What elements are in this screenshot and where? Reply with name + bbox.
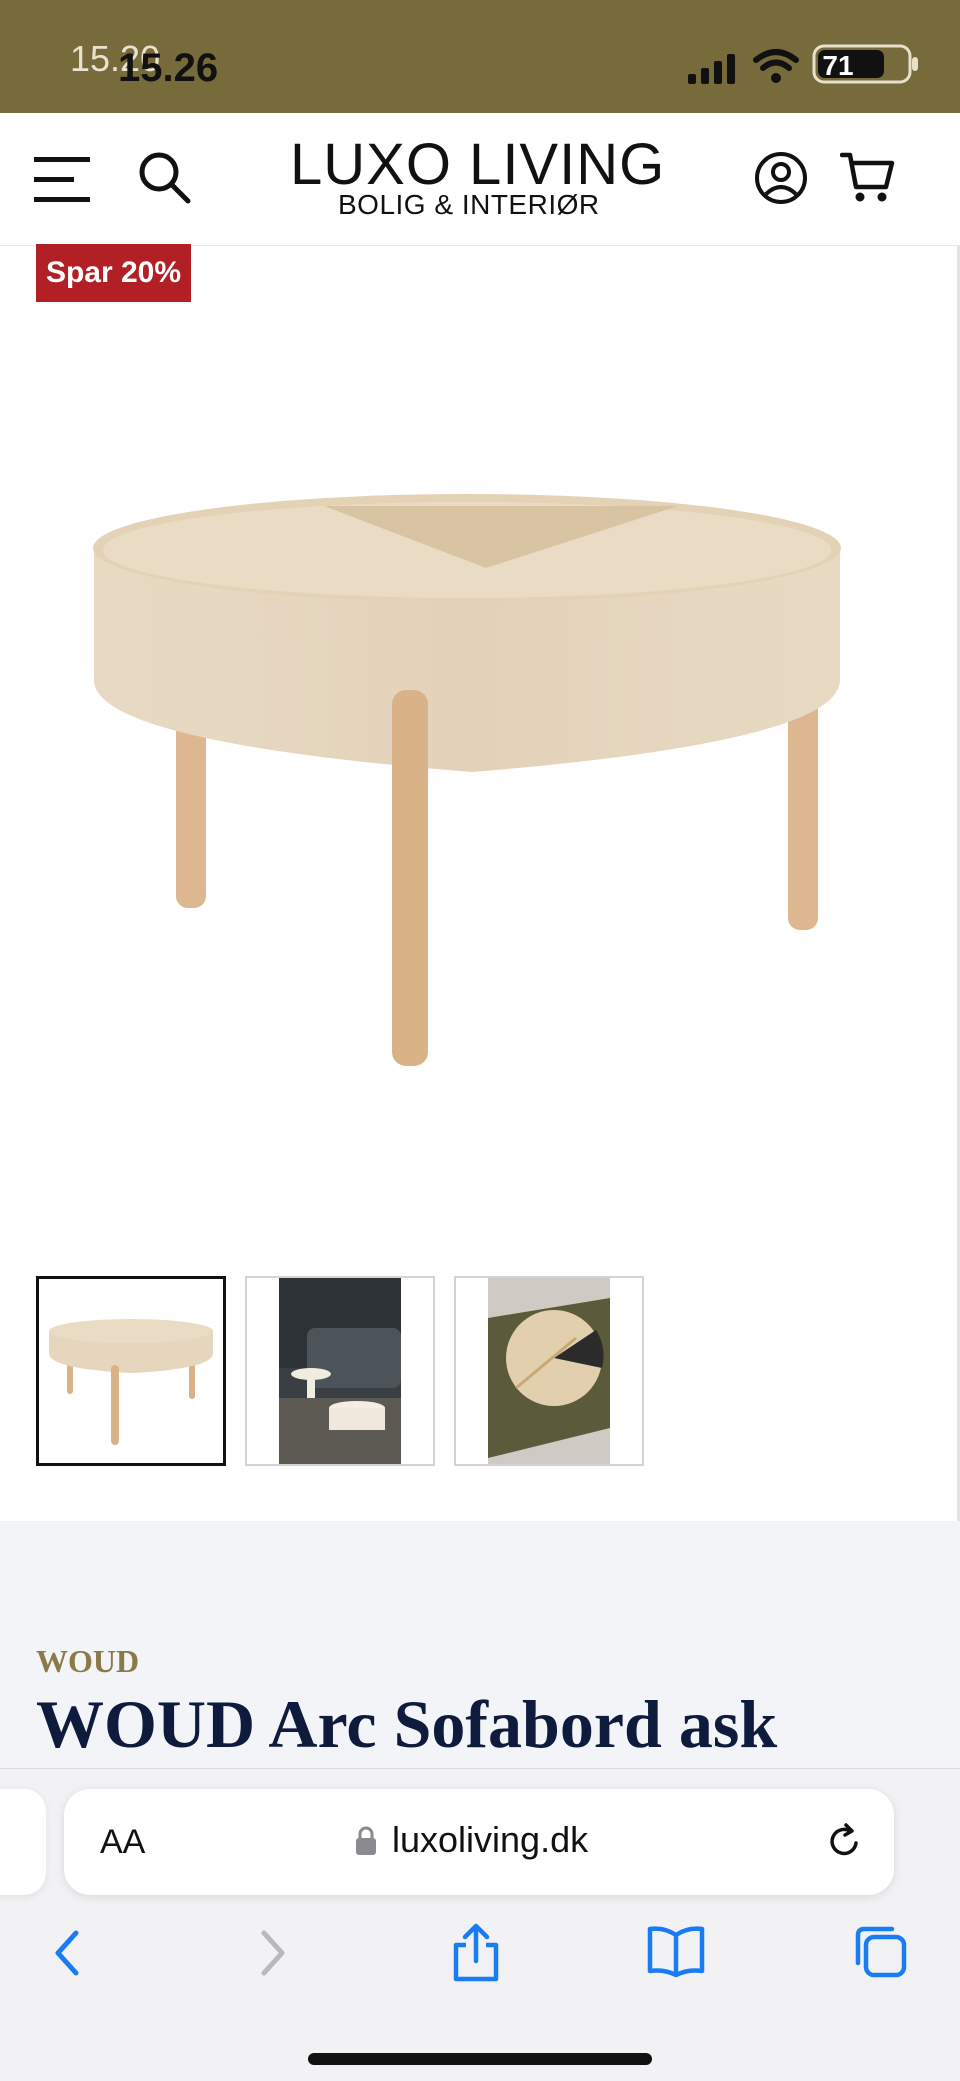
home-indicator xyxy=(308,2053,652,2065)
product-brand[interactable]: WOUD xyxy=(36,1643,139,1680)
logo-subtitle: BOLIG & INTERIØR xyxy=(338,189,600,220)
lock-icon xyxy=(356,1826,376,1855)
logo-title[interactable]: LUXO LIVING xyxy=(290,131,665,198)
thumbnail-2[interactable] xyxy=(245,1276,435,1466)
site-header: LUXO LIVING BOLIG & INTERIØR xyxy=(0,113,960,246)
previous-tab-preview[interactable] xyxy=(0,1789,46,1895)
cart-icon[interactable] xyxy=(840,149,896,205)
bookmarks-icon[interactable] xyxy=(646,1923,706,1979)
sale-badge: Spar 20% xyxy=(36,244,191,302)
address-bar[interactable]: AA luxoliving.dk xyxy=(64,1789,894,1895)
browser-toolbar: AA luxoliving.dk xyxy=(0,1768,960,2081)
back-icon[interactable] xyxy=(48,1923,88,1983)
battery-level: 71 xyxy=(822,50,854,81)
text-size-button[interactable]: AA xyxy=(100,1823,145,1862)
status-bar: 15.20 15.26 71 xyxy=(0,0,960,113)
thumbnail-3[interactable] xyxy=(454,1276,644,1466)
account-icon[interactable] xyxy=(754,151,808,205)
product-title: WOUD Arc Sofabord ask xyxy=(36,1686,778,1762)
url-text[interactable]: luxoliving.dk xyxy=(392,1819,588,1861)
wifi-icon xyxy=(753,49,799,83)
tabs-icon[interactable] xyxy=(852,1923,908,1979)
menu-icon[interactable] xyxy=(34,153,94,205)
product-image[interactable] xyxy=(80,490,860,1070)
product-info: WOUD WOUD Arc Sofabord ask xyxy=(0,1521,960,1771)
search-icon[interactable] xyxy=(136,149,192,205)
forward-icon[interactable] xyxy=(252,1923,292,1983)
share-icon[interactable] xyxy=(448,1923,504,1983)
thumbnail-3-image xyxy=(456,1278,642,1464)
thumbnail-1[interactable] xyxy=(36,1276,226,1466)
status-time: 15.26 xyxy=(118,46,219,90)
thumbnail-1-image xyxy=(39,1279,223,1463)
thumbnail-2-image xyxy=(247,1278,433,1464)
reload-icon[interactable] xyxy=(824,1821,864,1861)
cellular-signal-icon xyxy=(688,54,735,84)
